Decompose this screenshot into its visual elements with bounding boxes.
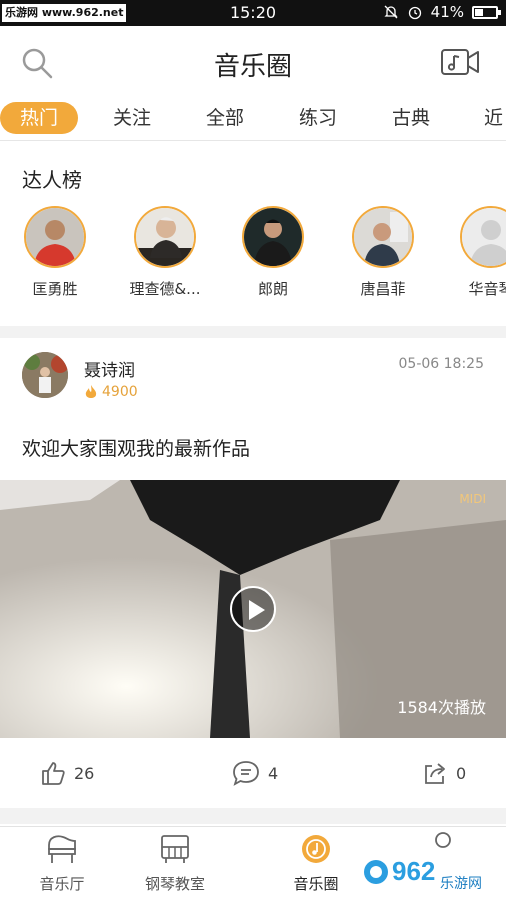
- nav-music-circle[interactable]: 音乐圈: [266, 833, 366, 894]
- nav-label: 音乐厅: [39, 875, 85, 893]
- ranking-person[interactable]: 郎朗: [228, 206, 318, 299]
- video-player[interactable]: MIDI 1584次播放: [0, 480, 506, 738]
- play-count: 1584次播放: [397, 698, 486, 717]
- person-name: 匡勇胜: [32, 280, 78, 298]
- avatar: [134, 206, 196, 268]
- status-icons: 41%: [383, 3, 501, 21]
- person-name: 唐昌菲: [360, 280, 406, 298]
- section-divider: [0, 808, 506, 824]
- comment-button[interactable]: 4: [232, 760, 278, 786]
- bottom-nav: 音乐厅 钢琴教室 音乐圈 962 乐游网: [0, 826, 506, 900]
- post-time: 05-06 18:25: [398, 356, 484, 372]
- share-button[interactable]: 0: [422, 760, 466, 786]
- nav-label: 钢琴教室: [144, 875, 205, 893]
- fire-count: 4900: [102, 384, 138, 400]
- avatar: [24, 206, 86, 268]
- watermark-number: 962: [392, 856, 435, 886]
- fire-icon: [85, 385, 97, 398]
- ranking-title: 达人榜: [22, 168, 82, 192]
- site-logo-watermark: 962 乐游网: [364, 856, 482, 891]
- person-name: 理查德&...: [129, 280, 201, 298]
- tab-practice[interactable]: 练习: [282, 102, 354, 134]
- post-avatar[interactable]: [22, 352, 68, 398]
- nav-piano-classroom[interactable]: 钢琴教室: [125, 833, 225, 894]
- avatar: [242, 206, 304, 268]
- person-name: 郎朗: [257, 280, 288, 298]
- share-icon: [425, 763, 445, 784]
- alarm-icon: [408, 6, 421, 20]
- profile-icon[interactable]: [428, 831, 458, 851]
- battery-percent: 41%: [430, 3, 464, 21]
- avatar: [352, 206, 414, 268]
- post-actions: 26 4 0: [0, 738, 506, 808]
- comment-count: 4: [268, 763, 279, 783]
- like-button[interactable]: 26: [40, 760, 94, 786]
- share-count: 0: [456, 763, 467, 783]
- tab-follow[interactable]: 关注: [96, 102, 168, 134]
- video-badge: MIDI: [459, 492, 486, 506]
- post-popularity: 4900: [84, 384, 138, 400]
- nav-label: 音乐圈: [293, 875, 339, 893]
- comment-icon: [233, 761, 259, 786]
- battery-icon: [472, 5, 501, 19]
- mute-bell-icon: [384, 5, 398, 19]
- status-bar: 乐游网 www.962.net 15:20 41%: [0, 0, 506, 26]
- battery-fill: [475, 8, 484, 16]
- ranking-person[interactable]: 华音琴: [446, 206, 506, 299]
- video-record-icon[interactable]: [440, 46, 480, 78]
- tab-hot[interactable]: 热门: [0, 102, 78, 134]
- section-divider: [0, 326, 506, 338]
- upright-piano-icon: [161, 835, 189, 863]
- like-count: 26: [74, 763, 95, 783]
- tab-all[interactable]: 全部: [189, 102, 261, 134]
- ranking-person[interactable]: 唐昌菲: [338, 206, 428, 299]
- ranking-person[interactable]: 理查德&...: [120, 206, 210, 299]
- music-circle-icon: [302, 835, 330, 863]
- avatar: [460, 206, 506, 268]
- play-button[interactable]: [230, 586, 276, 632]
- thumbs-up-icon: [42, 762, 65, 785]
- divider: [0, 140, 506, 141]
- tab-classical[interactable]: 古典: [375, 102, 447, 134]
- ranking-person[interactable]: 匡勇胜: [10, 206, 100, 299]
- watermark-text: 乐游网: [440, 875, 482, 891]
- post-text: 欢迎大家围观我的最新作品: [22, 438, 251, 460]
- person-name: 华音琴: [468, 280, 506, 298]
- nav-concert-hall[interactable]: 音乐厅: [12, 833, 112, 894]
- tab-recent[interactable]: 近: [476, 102, 506, 134]
- category-tabs: 热门 关注 全部 练习 古典 近: [0, 100, 506, 138]
- grand-piano-icon: [48, 835, 76, 863]
- app-header: 音乐圈: [0, 26, 506, 98]
- page-title: 音乐圈: [213, 52, 292, 82]
- post-username[interactable]: 聂诗润: [84, 356, 135, 381]
